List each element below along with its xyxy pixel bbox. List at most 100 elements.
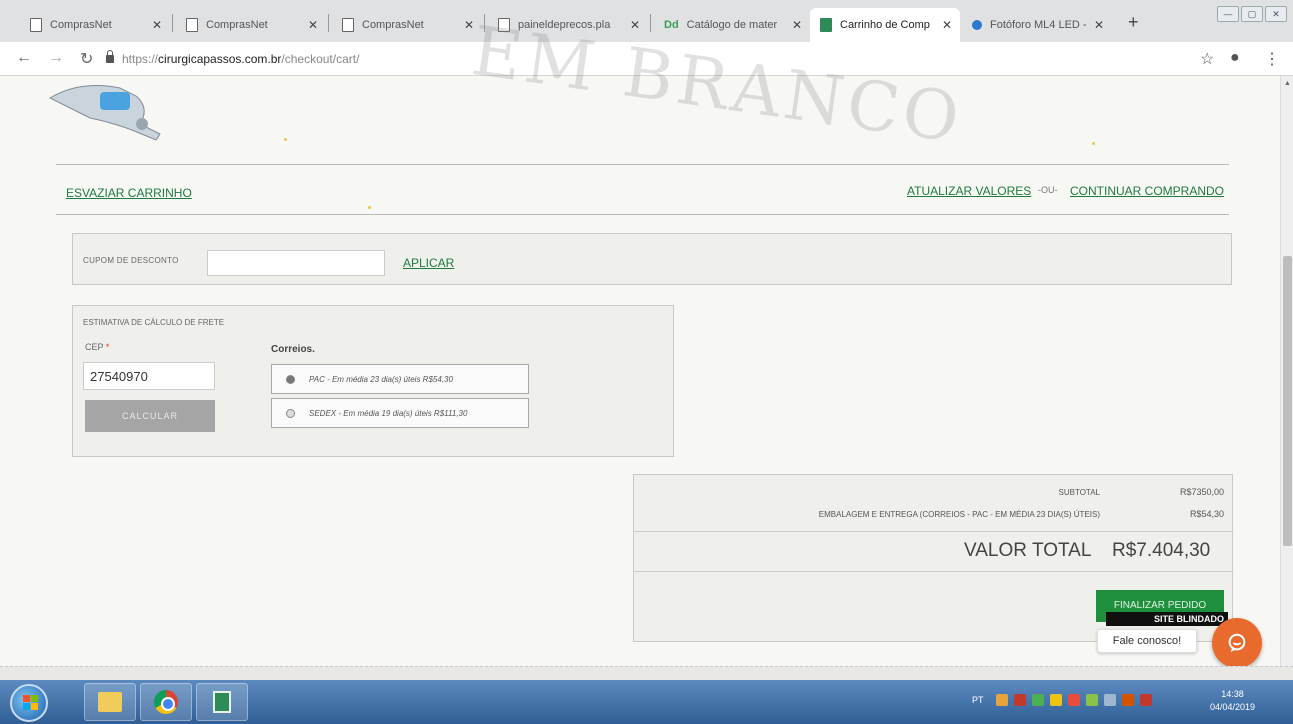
taskbar-chrome[interactable]: [140, 683, 192, 721]
tray-icon[interactable]: [1067, 694, 1080, 706]
tab-title: Carrinho de Comp: [840, 19, 930, 31]
vertical-scrollbar[interactable]: ▲: [1280, 76, 1293, 666]
tab-comprasnet-2[interactable]: ComprasNet ✕: [176, 8, 326, 42]
clock-time: 14:38: [1221, 689, 1244, 699]
tray-icon[interactable]: [995, 694, 1008, 706]
radio-selected[interactable]: [286, 374, 295, 384]
tab-title: Fotóforo ML4 LED -: [990, 19, 1087, 31]
chat-label[interactable]: Fale conosco!: [1097, 629, 1197, 653]
close-icon[interactable]: ✕: [630, 18, 640, 32]
calculate-button[interactable]: CALCULAR: [85, 400, 215, 432]
tab-title: ComprasNet: [362, 19, 424, 31]
windows-taskbar: PT 14:38 04/04/2019: [0, 680, 1293, 724]
divider: [56, 214, 1229, 215]
continue-shopping-link[interactable]: CONTINUAR COMPRANDO: [1070, 184, 1224, 198]
shipping-title: ESTIMATIVA DE CÁLCULO DE FRETE: [83, 318, 225, 327]
carrier-label: Correios.: [271, 344, 315, 355]
product-thumbnail: [48, 85, 161, 141]
windows-logo-icon: [23, 695, 39, 711]
scroll-up-icon[interactable]: ▲: [1284, 80, 1291, 87]
subtotal-label: SUBTOTAL: [1058, 488, 1101, 497]
grand-total-value: R$7.404,30: [1112, 540, 1211, 561]
system-clock[interactable]: 14:38 04/04/2019: [1210, 688, 1255, 714]
start-button[interactable]: [10, 684, 48, 722]
tab-carrinho-active[interactable]: Carrinho de Comp ✕: [810, 8, 960, 42]
taskbar-spreadsheet[interactable]: [196, 683, 248, 721]
coupon-label: CUPOM DE DESCONTO: [83, 256, 179, 265]
clock-date: 04/04/2019: [1210, 702, 1256, 712]
new-tab-button[interactable]: +: [1128, 12, 1139, 33]
tray-icon[interactable]: [1121, 694, 1134, 706]
tab-title: ComprasNet: [206, 19, 268, 31]
lock-icon: [106, 50, 114, 63]
or-separator: -OU-: [1038, 185, 1058, 195]
scan-edge: [0, 666, 1293, 680]
shipping-total-label: EMBALAGEM E ENTREGA (CORREIOS - PAC - EM…: [818, 510, 1100, 519]
minimize-button[interactable]: —: [1217, 6, 1239, 22]
grand-total-label: VALOR TOTAL: [964, 540, 1092, 561]
close-icon[interactable]: ✕: [152, 18, 162, 32]
tab-title: ComprasNet: [50, 19, 112, 31]
store-icon: [820, 18, 832, 32]
close-icon[interactable]: ✕: [942, 18, 952, 32]
spreadsheet-icon: [213, 691, 231, 713]
page-content: EM BRANCO ESVAZIAR CARRINHO ATUALIZAR VA…: [0, 12, 1280, 669]
chrome-icon: [154, 690, 178, 714]
subtotal-value: R$7350,00: [1179, 487, 1224, 497]
radio-unselected[interactable]: [286, 408, 295, 418]
shipping-total-value: R$54,30: [1189, 509, 1224, 519]
shipping-option-pac[interactable]: PAC - Em média 23 dia(s) úteis R$54,30: [271, 364, 529, 394]
cep-label: CEP *: [85, 342, 110, 352]
tab-catalogo[interactable]: Dd Catálogo de mater ✕: [654, 8, 810, 42]
menu-dots-icon[interactable]: ⋮: [1264, 49, 1280, 69]
divider: [633, 531, 1233, 532]
apply-coupon-link[interactable]: APLICAR: [403, 256, 454, 270]
back-arrow-icon[interactable]: ←: [16, 49, 32, 67]
coupon-panel: CUPOM DE DESCONTO APLICAR: [72, 233, 1232, 285]
tray-icon[interactable]: [1013, 694, 1026, 706]
tray-icon[interactable]: [1031, 694, 1044, 706]
shipping-estimate-panel: ESTIMATIVA DE CÁLCULO DE FRETE CEP * 275…: [72, 305, 674, 457]
close-icon[interactable]: ✕: [308, 18, 318, 32]
tray-icon[interactable]: [1049, 694, 1062, 706]
tray-icon[interactable]: [1085, 694, 1098, 706]
reload-icon[interactable]: ↻: [80, 49, 93, 69]
page-icon: [342, 18, 354, 32]
coupon-input[interactable]: [207, 250, 385, 276]
cep-input[interactable]: 27540970: [83, 362, 215, 390]
update-values-link[interactable]: ATUALIZAR VALORES: [907, 184, 1031, 198]
account-icon[interactable]: ●: [1230, 49, 1240, 67]
tab-title: Catálogo de mater: [686, 19, 778, 31]
network-icon[interactable]: [1103, 694, 1116, 706]
star-icon[interactable]: ☆: [1200, 49, 1214, 69]
forward-arrow-icon[interactable]: →: [48, 49, 64, 67]
site-blindado-badge[interactable]: SITE BLINDADO: [1106, 612, 1228, 626]
tab-fotoforo[interactable]: Fotóforo ML4 LED - ✕: [962, 8, 1112, 42]
tab-comprasnet-3[interactable]: ComprasNet ✕: [332, 8, 482, 42]
url-protocol: https://: [122, 52, 159, 66]
language-indicator[interactable]: PT: [972, 695, 984, 705]
shipping-option-sedex[interactable]: SEDEX - Em média 19 dia(s) úteis R$111,3…: [271, 398, 529, 428]
close-icon[interactable]: ✕: [1094, 18, 1104, 32]
page-icon: [186, 18, 198, 32]
close-icon[interactable]: ✕: [464, 18, 474, 32]
required-mark: *: [105, 342, 110, 352]
globe-icon: [972, 20, 982, 30]
taskbar-explorer[interactable]: [84, 683, 136, 721]
chat-icon: [1228, 633, 1246, 653]
close-icon[interactable]: ✕: [792, 18, 802, 32]
divider: [633, 571, 1233, 572]
scroll-thumb[interactable]: [1283, 256, 1292, 546]
system-tray: PT: [972, 694, 1152, 706]
volume-icon[interactable]: [1139, 694, 1152, 706]
close-window-button[interactable]: ✕: [1265, 6, 1287, 22]
chat-button[interactable]: [1212, 618, 1262, 668]
dq-icon: Dd: [664, 19, 679, 31]
shipping-option-label: SEDEX - Em média 19 dia(s) úteis R$111,3…: [309, 408, 468, 418]
divider: [56, 164, 1229, 165]
maximize-button[interactable]: ▢: [1241, 6, 1263, 22]
empty-cart-link[interactable]: ESVAZIAR CARRINHO: [66, 186, 192, 200]
shipping-option-label: PAC - Em média 23 dia(s) úteis R$54,30: [309, 374, 453, 384]
tab-comprasnet-1[interactable]: ComprasNet ✕: [20, 8, 170, 42]
folder-icon: [98, 692, 122, 712]
